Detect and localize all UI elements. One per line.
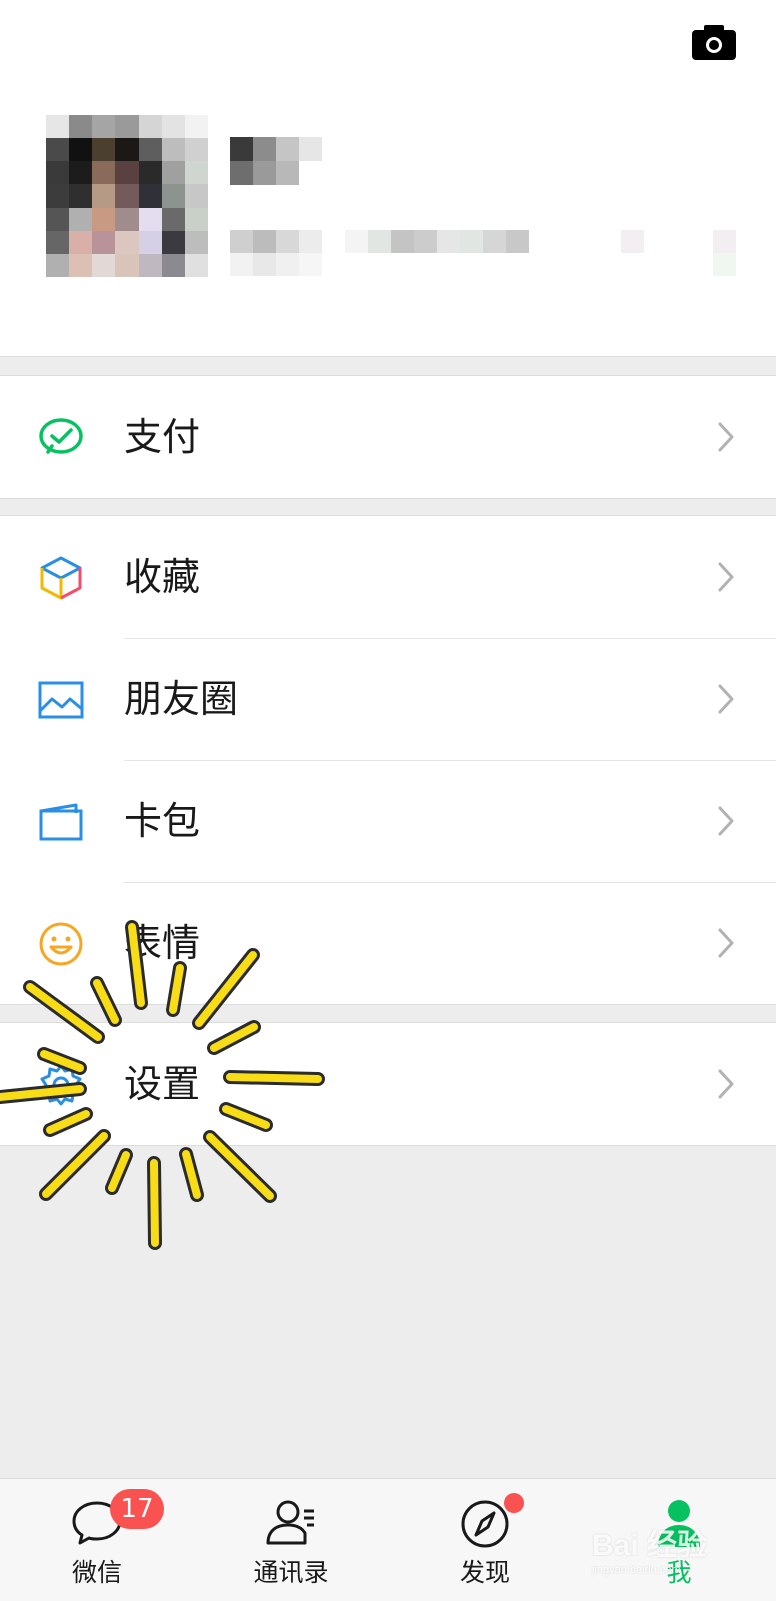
tab-chats[interactable]: 17 微信 (0, 1479, 194, 1601)
tab-label-chats: 微信 (71, 1558, 122, 1587)
menu-row-favorites[interactable]: 收藏 (0, 516, 776, 638)
camera-icon[interactable] (690, 22, 738, 62)
menu-label-pay: 支付 (124, 415, 201, 459)
menu-label-favorites: 收藏 (124, 555, 201, 599)
wechat-id-pixelated (230, 230, 736, 276)
gear-icon (40, 1064, 82, 1106)
card-wallet-icon (39, 803, 83, 841)
menu-label-stickers: 表情 (124, 921, 201, 965)
chevron-right-icon (718, 422, 734, 452)
features-group: 收藏 朋友圈 卡包 表情 (0, 515, 776, 1005)
menu-row-moments[interactable]: 朋友圈 (0, 638, 776, 760)
settings-group: 设置 (0, 1022, 776, 1146)
chevron-right-icon (718, 1069, 734, 1099)
menu-row-cards[interactable]: 卡包 (0, 760, 776, 882)
avatar[interactable] (46, 115, 208, 277)
watermark-sub: jingyan.baidu.com (592, 1564, 681, 1576)
menu-row-pay[interactable]: 支付 (0, 376, 776, 498)
chevron-right-icon (718, 928, 734, 958)
pay-group: 支付 (0, 375, 776, 499)
unread-badge: 17 (110, 1489, 164, 1529)
menu-label-moments: 朋友圈 (124, 677, 239, 721)
tab-discover[interactable]: 发现 (388, 1479, 582, 1601)
wechat-pay-icon (39, 418, 83, 454)
baidu-jingyan-watermark: Bai 经验 jingyan.baidu.com (592, 1520, 707, 1576)
profile-header (0, 0, 776, 357)
moments-photo-icon (38, 681, 84, 719)
chevron-right-icon (718, 562, 734, 592)
nickname-pixelated (230, 137, 322, 185)
contacts-icon (266, 1500, 314, 1545)
tab-label-contacts: 通讯录 (253, 1558, 329, 1587)
new-content-dot (504, 1493, 524, 1513)
menu-row-settings[interactable]: 设置 (0, 1023, 776, 1145)
smiley-icon (39, 922, 83, 966)
menu-label-settings: 设置 (124, 1062, 201, 1106)
watermark-text: Bai 经验 (592, 1529, 708, 1562)
tab-contacts[interactable]: 通讯录 (194, 1479, 388, 1601)
favorites-cube-icon (40, 556, 82, 600)
menu-label-cards: 卡包 (124, 799, 201, 843)
tab-label-discover: 发现 (459, 1558, 510, 1587)
chevron-right-icon (718, 806, 734, 836)
menu-row-stickers[interactable]: 表情 (0, 882, 776, 1004)
chevron-right-icon (718, 684, 734, 714)
